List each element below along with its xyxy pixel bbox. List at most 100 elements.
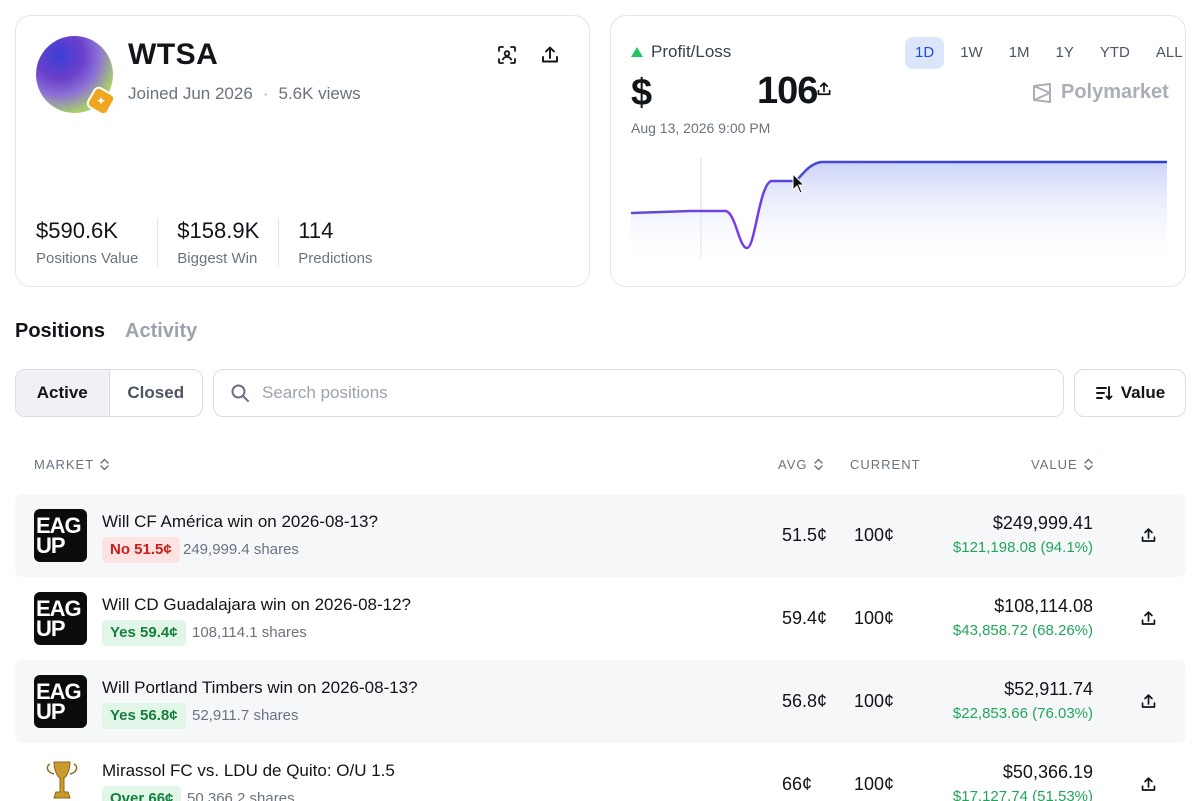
pnl-card: Profit/Loss 1D 1W 1M 1Y YTD ALL $ 106 Po…	[610, 15, 1186, 287]
current-price: 100¢	[854, 525, 895, 545]
scan-qr-icon[interactable]	[494, 42, 520, 68]
outcome-badge: No 51.5¢	[102, 537, 180, 563]
league-cup-logo-icon: EAG UP	[34, 509, 87, 562]
conmebol-trophy-logo-icon	[34, 758, 87, 801]
market-title[interactable]: Mirassol FC vs. LDU de Quito: O/U 1.5	[102, 761, 395, 781]
status-segmented-control: Active Closed	[15, 369, 203, 417]
market-title[interactable]: Will Portland Timbers win on 2026-08-13?	[102, 678, 418, 698]
range-1m[interactable]: 1M	[999, 37, 1040, 69]
meta-separator: ·	[262, 84, 269, 103]
position-value: $249,999.41	[992, 513, 1093, 533]
column-header-market[interactable]: MARKET	[34, 457, 110, 472]
position-value: $52,911.74	[1004, 679, 1093, 699]
share-position-icon[interactable]	[1136, 772, 1160, 796]
pnl-amount: 106	[757, 70, 818, 112]
header-label: AVG	[778, 457, 808, 472]
profile-card: ✦ WTSA Joined Jun 2026 · 5.6K views $590…	[15, 15, 590, 287]
sort-toggle-icon	[1083, 458, 1093, 471]
stat-value: $590.6K	[36, 218, 118, 243]
pnl-currency: $	[631, 72, 653, 114]
table-row[interactable]: EAG UP Will CF América win on 2026-08-13?…	[15, 494, 1186, 577]
range-1y[interactable]: 1Y	[1046, 37, 1084, 69]
position-change: $17,127.74 (51.53%)	[952, 788, 1093, 801]
joined-date: Joined Jun 2026	[128, 84, 253, 103]
pnl-chart[interactable]	[631, 156, 1167, 276]
current-price: 100¢	[854, 774, 895, 794]
current-price: 100¢	[854, 691, 895, 711]
logo-text: UP	[36, 532, 66, 558]
shares-count: 249,999.4 shares	[183, 541, 299, 558]
current-price: 100¢	[854, 608, 895, 628]
sort-label: Value	[1120, 383, 1166, 402]
polymarket-label: Polymarket	[1061, 81, 1169, 103]
share-icon[interactable]	[537, 42, 563, 68]
range-1w[interactable]: 1W	[950, 37, 993, 69]
stat-biggest-win: $158.9K Biggest Win	[177, 218, 280, 267]
stat-positions-value: $590.6K Positions Value	[36, 218, 159, 267]
header-label: MARKET	[34, 457, 95, 472]
outcome-badge: Yes 56.8¢	[102, 703, 186, 729]
market-title[interactable]: Will CD Guadalajara win on 2026-08-12?	[102, 595, 411, 615]
search-input[interactable]	[262, 383, 1063, 403]
table-row[interactable]: Mirassol FC vs. LDU de Quito: O/U 1.5 Ov…	[15, 743, 1186, 801]
pnl-label: Profit/Loss	[651, 42, 732, 61]
outcome-badge: Over 66¢	[102, 786, 182, 801]
stat-value: 114	[298, 218, 334, 243]
position-change: $43,858.72 (68.26%)	[952, 622, 1093, 639]
avg-price: 56.8¢	[782, 691, 828, 711]
column-header-avg[interactable]: AVG	[778, 457, 824, 472]
segment-closed[interactable]: Closed	[110, 370, 203, 416]
avg-price: 59.4¢	[782, 608, 828, 628]
stat-label: Biggest Win	[177, 250, 258, 267]
position-value: $50,366.19	[1002, 762, 1093, 782]
position-change: $22,853.66 (76.03%)	[952, 705, 1093, 722]
sort-button[interactable]: Value	[1074, 369, 1186, 417]
shares-count: 52,911.7 shares	[192, 707, 299, 724]
sort-toggle-icon	[813, 458, 823, 471]
polymarket-logo-icon	[1033, 82, 1051, 103]
header-label: CURRENT	[850, 457, 921, 472]
search-icon	[231, 384, 249, 402]
profile-name: WTSA	[128, 38, 219, 71]
position-value: $108,114.08	[994, 596, 1093, 616]
profile-meta: Joined Jun 2026 · 5.6K views	[128, 84, 361, 104]
avg-price: 66¢	[782, 774, 813, 794]
tab-positions[interactable]: Positions	[15, 320, 105, 343]
outcome-badge: Yes 59.4¢	[102, 620, 186, 646]
pnl-timestamp: Aug 13, 2026 9:00 PM	[631, 120, 771, 136]
sort-icon	[1095, 386, 1113, 400]
share-position-icon[interactable]	[1136, 523, 1160, 547]
table-row[interactable]: EAG UP Will Portland Timbers win on 2026-…	[15, 660, 1186, 743]
column-header-value[interactable]: VALUE	[1031, 457, 1094, 472]
search-box	[213, 369, 1064, 417]
shares-count: 50,366.2 shares	[187, 790, 295, 801]
profile-stats: $590.6K Positions Value $158.9K Biggest …	[36, 218, 410, 267]
view-count: 5.6K views	[278, 84, 361, 103]
range-ytd[interactable]: YTD	[1090, 37, 1140, 69]
stat-predictions: 114 Predictions	[298, 218, 391, 267]
range-all[interactable]: ALL	[1146, 37, 1193, 69]
time-range-selector: 1D 1W 1M 1Y YTD ALL	[905, 37, 1193, 69]
polymarket-brand: Polymarket	[1031, 81, 1169, 104]
league-cup-logo-icon: EAG UP	[34, 592, 87, 645]
stat-label: Positions Value	[36, 250, 139, 267]
pnl-header: Profit/Loss	[631, 42, 731, 62]
position-change: $121,198.08 (94.1%)	[952, 539, 1093, 556]
market-title[interactable]: Will CF América win on 2026-08-13?	[102, 512, 378, 532]
segment-active[interactable]: Active	[16, 370, 110, 416]
avg-price: 51.5¢	[782, 525, 828, 545]
trend-up-icon	[631, 47, 643, 57]
logo-text: UP	[36, 698, 66, 724]
league-cup-logo-icon: EAG UP	[34, 675, 87, 728]
range-1d[interactable]: 1D	[905, 37, 945, 69]
header-label: VALUE	[1031, 457, 1078, 472]
table-row[interactable]: EAG UP Will CD Guadalajara win on 2026-08…	[15, 577, 1186, 660]
shares-count: 108,114.1 shares	[192, 624, 307, 641]
tab-activity[interactable]: Activity	[125, 320, 197, 343]
share-position-icon[interactable]	[1136, 689, 1160, 713]
share-pnl-icon[interactable]	[815, 80, 833, 98]
column-header-current: CURRENT	[850, 457, 921, 472]
stat-value: $158.9K	[177, 218, 260, 243]
logo-text: UP	[36, 615, 66, 641]
share-position-icon[interactable]	[1136, 606, 1160, 630]
